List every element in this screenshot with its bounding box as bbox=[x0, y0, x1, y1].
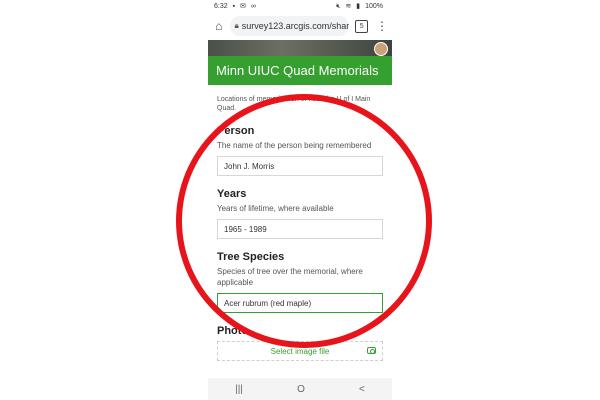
back-button[interactable]: < bbox=[359, 384, 365, 395]
android-nav-bar: ||| O < bbox=[208, 378, 392, 400]
form-description: Locations of memorials on or near the U … bbox=[217, 96, 371, 112]
camera-icon[interactable] bbox=[367, 347, 376, 354]
status-time: 6:32 bbox=[214, 3, 228, 10]
field-person: Person The name of the person being reme… bbox=[217, 125, 383, 176]
field-help-text: Species of tree over the memorial, where… bbox=[217, 267, 363, 287]
form-title: Minn UIUC Quad Memorials bbox=[216, 63, 379, 78]
home-button[interactable]: O bbox=[297, 384, 305, 395]
field-label: Photo bbox=[217, 325, 249, 337]
more-options-icon[interactable]: ⋮ bbox=[376, 20, 388, 32]
status-left: 6:32 ▪ ✉ ∞ bbox=[214, 2, 259, 10]
header-banner-image bbox=[208, 40, 392, 56]
form-content: Locations of memorials on or near the U … bbox=[208, 85, 392, 377]
photo-upload-area[interactable]: Select image file bbox=[217, 341, 383, 361]
field-years: Years Years of lifetime, where available… bbox=[217, 188, 383, 239]
mute-icon: 🔇︎ bbox=[336, 2, 341, 10]
gallery-icon: ▪ bbox=[232, 3, 236, 10]
tree-species-input[interactable]: Acer rubrum (red maple) bbox=[217, 293, 383, 313]
years-input[interactable]: 1965 - 1989 bbox=[217, 219, 383, 239]
voicemail-icon: ∞ bbox=[250, 3, 256, 10]
battery-level: 100% bbox=[365, 2, 383, 10]
tabs-button[interactable]: 5 bbox=[355, 19, 369, 33]
field-photo: Photo Select image file bbox=[217, 325, 383, 361]
url-text: survey123.arcgis.com/shar bbox=[241, 21, 350, 31]
phone-screen: 6:32 ▪ ✉ ∞ 🔇︎ ≋ ▮ 100% ⌂ 🔒︎ survey123.ar… bbox=[208, 0, 392, 400]
recent-apps-button[interactable]: ||| bbox=[235, 384, 243, 395]
browser-address-bar: ⌂ 🔒︎ survey123.arcgis.com/shar 5 ⋮ bbox=[208, 13, 392, 39]
select-image-button[interactable]: Select image file bbox=[271, 347, 330, 356]
status-bar: 6:32 ▪ ✉ ∞ 🔇︎ ≋ ▮ 100% bbox=[208, 0, 392, 12]
wifi-icon: ≋ bbox=[345, 2, 352, 10]
home-icon[interactable]: ⌂ bbox=[212, 19, 226, 33]
status-right: 🔇︎ ≋ ▮ 100% bbox=[336, 2, 386, 11]
field-tree-species: Tree Species Species of tree over the me… bbox=[217, 251, 383, 313]
field-label: Tree Species bbox=[217, 251, 285, 263]
field-help-text: Years of lifetime, where available bbox=[217, 204, 334, 213]
field-label: Years bbox=[217, 188, 247, 200]
field-help-text: The name of the person being remembered bbox=[217, 141, 372, 150]
mail-icon: ✉ bbox=[240, 3, 246, 10]
person-input[interactable]: John J. Morris bbox=[217, 156, 383, 176]
form-header: Minn UIUC Quad Memorials bbox=[208, 56, 392, 85]
signal-icon: ▮ bbox=[356, 2, 361, 10]
url-field[interactable]: 🔒︎ survey123.arcgis.com/shar bbox=[229, 16, 350, 36]
field-label: Person bbox=[217, 125, 255, 137]
avatar[interactable] bbox=[374, 42, 388, 56]
lock-icon: 🔒︎ bbox=[234, 21, 239, 30]
